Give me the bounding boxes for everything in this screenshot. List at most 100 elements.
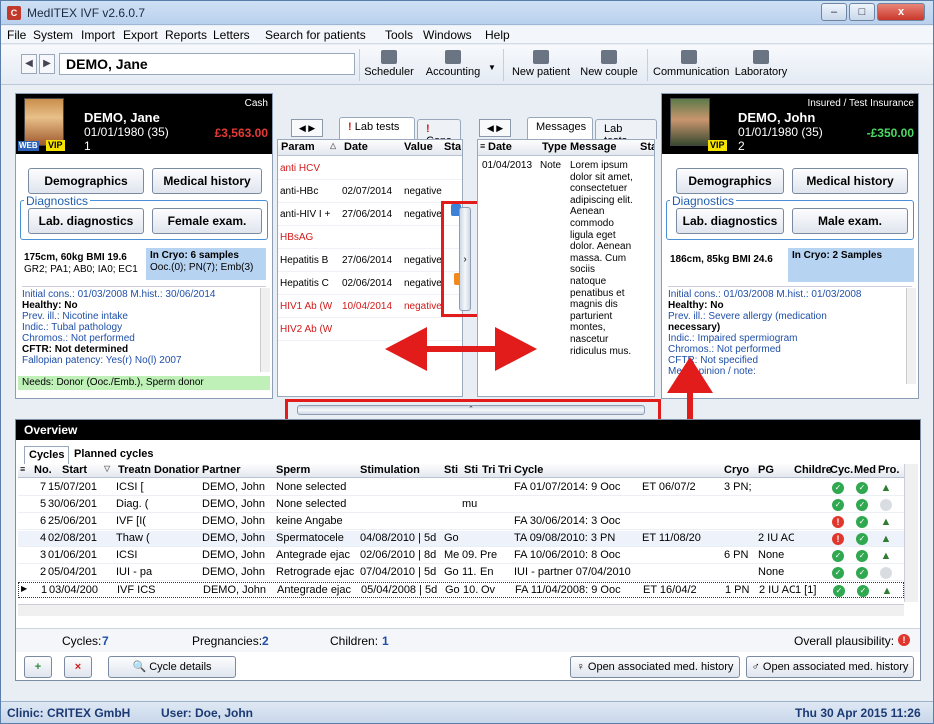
female-med-history-button[interactable]: ♀ Open associated med. history — [570, 656, 740, 678]
male-exam-button[interactable]: Male exam. — [792, 208, 908, 234]
patient-name-field[interactable]: DEMO, Jane — [59, 53, 355, 75]
menu-search[interactable]: Search for patients — [265, 28, 366, 42]
female-exam-button[interactable]: Female exam. — [152, 208, 262, 234]
check-icon[interactable]: ✓ — [832, 567, 844, 579]
menu-windows[interactable]: Windows — [423, 28, 472, 42]
table-row[interactable]: 6 25/06/201 IVF [I(DEMO, John keine Angabe F… — [18, 514, 904, 530]
new-patient-button[interactable]: New patient — [509, 49, 573, 83]
col-stimulation[interactable]: Stimulation — [360, 464, 420, 476]
tab-lab-tests[interactable]: ! Lab tests — [339, 117, 415, 139]
col-status[interactable]: Sta — [444, 141, 461, 153]
male-cryo-box[interactable]: In Cryo: 2 Samples — [788, 248, 914, 282]
table-row[interactable]: ▶ 1 03/04/200 IVF ICS DEMO, John Antegrade ej… — [18, 582, 904, 598]
check-icon[interactable]: ✓ — [857, 585, 869, 597]
table-row[interactable]: 4 02/08/201 Thaw (DEMO, John Spermatocele 04… — [18, 531, 904, 547]
col-treatment[interactable]: Treatn — [118, 464, 151, 476]
scheduler-button[interactable]: Scheduler — [361, 49, 417, 83]
female-info-scrollbar[interactable] — [260, 288, 270, 372]
tab-cycles[interactable]: Cycles — [24, 446, 70, 464]
col-cryo[interactable]: Cryo — [724, 464, 749, 476]
col-sti-1[interactable]: Sti — [444, 464, 458, 476]
lab-row[interactable]: anti HCV — [278, 158, 462, 180]
col-partner[interactable]: Partner — [202, 464, 241, 476]
thumbs-up-icon[interactable]: ▲ — [880, 550, 892, 562]
menu-letters[interactable]: Letters — [213, 28, 250, 42]
tab-messages[interactable]: Messages — [527, 117, 593, 139]
cycles-vertical-scrollbar[interactable] — [904, 464, 918, 602]
col-sperm[interactable]: Sperm — [276, 464, 310, 476]
col-pg[interactable]: PG — [758, 464, 774, 476]
check-icon[interactable]: ✓ — [832, 550, 844, 562]
horizontal-splitter-handle[interactable]: ˆ — [297, 405, 645, 415]
col-sti-2[interactable]: Sti — [464, 464, 478, 476]
col-donation[interactable]: Donatior — [154, 464, 199, 476]
menu-file[interactable]: File — [7, 28, 26, 42]
col-msg-type[interactable]: Type — [542, 141, 567, 153]
close-button[interactable]: x — [877, 3, 925, 21]
check-icon[interactable]: ✓ — [856, 550, 868, 562]
col-no[interactable]: No. — [34, 464, 52, 476]
cycles-horizontal-scrollbar[interactable] — [18, 604, 904, 616]
menu-system[interactable]: System — [33, 28, 73, 42]
back-arrow-icon[interactable]: ◀ — [21, 54, 37, 74]
check-icon[interactable]: ✓ — [856, 533, 868, 545]
check-icon[interactable]: ✓ — [832, 482, 844, 494]
col-cycle[interactable]: Cycle — [514, 464, 543, 476]
col-msg-status[interactable]: Sta — [640, 141, 654, 153]
lab-row[interactable]: HIV1 Ab (W 10/04/2014 negative — [278, 296, 462, 318]
check-icon[interactable]: ✓ — [856, 567, 868, 579]
male-avatar[interactable] — [670, 98, 710, 146]
table-row[interactable]: 3 01/06/201 ICSI DEMO, John Antegrade ejac 02… — [18, 548, 904, 564]
demographics-button[interactable]: Demographics — [28, 168, 144, 194]
laboratory-button[interactable]: Laboratory — [733, 49, 789, 83]
delete-cycle-button[interactable]: × — [64, 656, 92, 678]
menu-tools[interactable]: Tools — [385, 28, 413, 42]
menu-reports[interactable]: Reports — [165, 28, 207, 42]
lab-row[interactable]: anti-HBc 02/07/2014 negative — [278, 181, 462, 203]
tab-cons[interactable]: ! Cons — [417, 119, 461, 147]
add-cycle-button[interactable]: + — [24, 656, 52, 678]
col-children[interactable]: Childre — [794, 464, 832, 476]
plausibility-error-icon[interactable]: ! — [898, 634, 910, 646]
accounting-button[interactable]: Accounting — [421, 49, 485, 83]
table-row[interactable]: 7 15/07/201 ICSI [DEMO, John None selected F… — [18, 480, 904, 496]
female-avatar[interactable] — [24, 98, 64, 146]
tab-planned-cycles[interactable]: Planned cycles — [70, 446, 158, 464]
forward-arrow-icon[interactable]: ▶ — [39, 54, 55, 74]
lab-diagnostics-button[interactable]: Lab. diagnostics — [28, 208, 144, 234]
col-value[interactable]: Value — [404, 141, 433, 153]
empty-status-icon[interactable] — [880, 499, 892, 511]
lab-row[interactable]: HBsAG — [278, 227, 462, 249]
maximize-button[interactable]: □ — [849, 3, 875, 21]
menu-help[interactable]: Help — [485, 28, 510, 42]
thumbs-up-icon[interactable]: ▲ — [880, 516, 892, 528]
thumbs-up-icon[interactable]: ▲ — [880, 482, 892, 494]
menu-import[interactable]: Import — [81, 28, 115, 42]
medical-history-button-male[interactable]: Medical history — [792, 168, 908, 194]
table-row[interactable]: 5 30/06/201 Diag. (DEMO, John None selected… — [18, 497, 904, 513]
lab-row[interactable]: anti-HIV I +27/06/2014 negative — [278, 204, 462, 226]
thumbs-up-icon[interactable]: ▲ — [880, 533, 892, 545]
new-couple-button[interactable]: New couple — [577, 49, 641, 83]
check-icon[interactable]: ✓ — [856, 482, 868, 494]
lab-tabs-scroll-arrows[interactable]: ◀ ▶ — [291, 119, 323, 137]
menu-export[interactable]: Export — [123, 28, 158, 42]
check-icon[interactable]: ✓ — [833, 585, 845, 597]
empty-status-icon[interactable] — [880, 567, 892, 579]
col-msg-date[interactable]: Date — [488, 141, 512, 153]
lab-row[interactable]: Hepatitis B 27/06/2014 negative — [278, 250, 462, 272]
male-info-scrollbar[interactable] — [906, 288, 916, 384]
minimize-button[interactable]: – — [821, 3, 847, 21]
tab-lab-tests-2[interactable]: Lab tests — [595, 119, 657, 147]
col-tri-2[interactable]: Tri — [498, 464, 511, 476]
lab-diagnostics-button-male[interactable]: Lab. diagnostics — [676, 208, 784, 234]
col-msg-message[interactable]: Message — [570, 141, 616, 153]
column-chooser-icon[interactable]: ≡ — [20, 464, 25, 474]
msg-text[interactable]: Lorem ipsum dolor sit amet, consectetuer ad… — [570, 160, 640, 357]
col-param[interactable]: Param — [281, 141, 315, 153]
demographics-button-male[interactable]: Demographics — [676, 168, 784, 194]
thumbs-up-icon[interactable]: ▲ — [881, 585, 893, 597]
vertical-splitter-handle[interactable]: › — [459, 207, 471, 311]
table-row[interactable]: 2 05/04/201 IUI - pa DEMO, John Retrograde e… — [18, 565, 904, 581]
col-date[interactable]: Date — [344, 141, 368, 153]
